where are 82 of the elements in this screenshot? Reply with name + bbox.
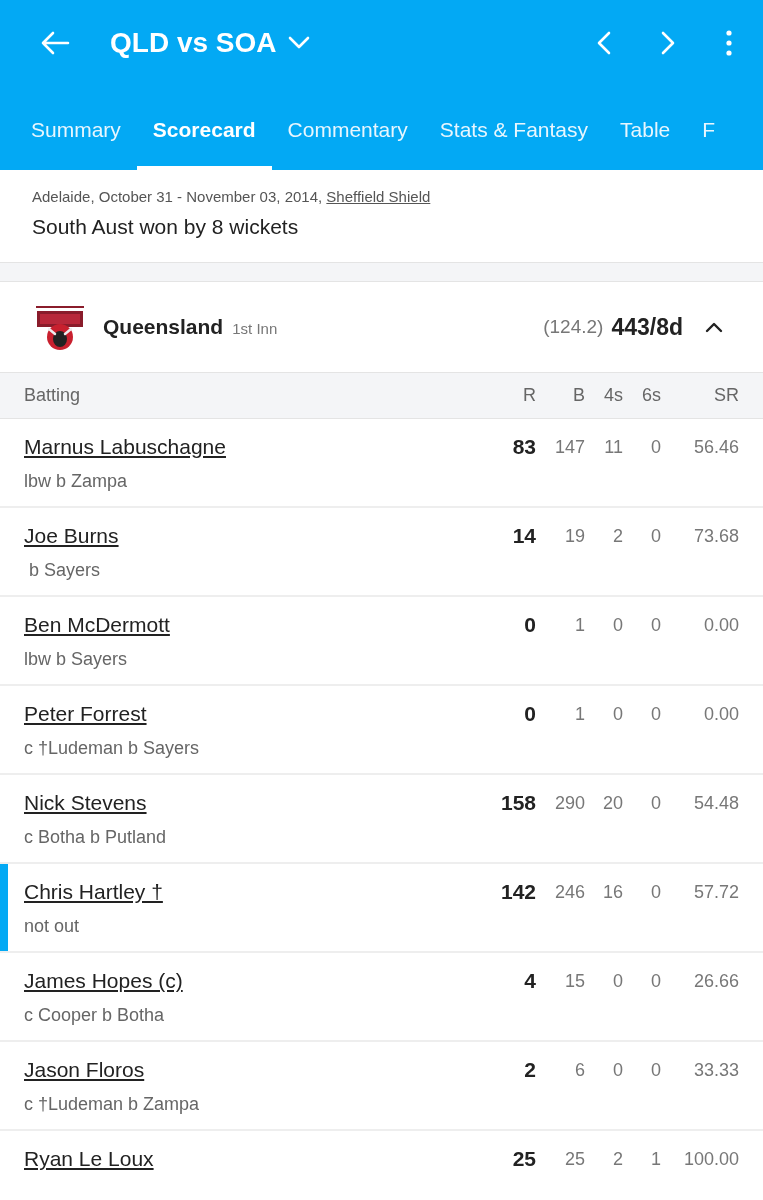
batter-name[interactable]: Jason Floros xyxy=(24,1058,496,1082)
team-score: 443/8d xyxy=(611,313,683,341)
batter-name[interactable]: Marnus Labuschagne xyxy=(24,435,496,459)
stat-cell-text: 56.46 xyxy=(692,436,739,458)
dismissal-text: lbw b Sayers xyxy=(24,649,129,670)
stat-cell-text: 33.33 xyxy=(692,1059,739,1081)
dismissal-text: c †Ludeman b Sayers xyxy=(24,738,201,759)
stat-cell-text: 54.48 xyxy=(692,792,739,814)
batter-name[interactable]: Joe Burns xyxy=(24,524,496,548)
chevron-up-icon[interactable] xyxy=(705,321,723,333)
series-link[interactable]: Sheffield Shield xyxy=(326,188,431,205)
stat-cell-text: 25 xyxy=(511,1147,536,1171)
dismissal-text: b Sayers xyxy=(28,560,102,581)
stat-cell-text: 26.66 xyxy=(692,970,739,992)
batter-name[interactable]: Chris Hartley † xyxy=(24,880,496,904)
column-header: 4s xyxy=(603,385,623,406)
column-header: Batting xyxy=(24,385,82,406)
stat-cell-text: 0 xyxy=(650,436,661,458)
stat-cell-text: 290 xyxy=(553,792,585,814)
stat-cell-text: 0 xyxy=(612,1059,623,1081)
stat-cell-text: 19 xyxy=(563,525,585,547)
match-details: Adelaide, October 31 - November 03, 2014, Sheffield Shield xyxy=(32,188,432,205)
overs-count: (124.2) xyxy=(543,316,604,338)
stat-cell-text: 147 xyxy=(553,436,585,458)
stat-cell-text: 0 xyxy=(612,970,623,992)
stat-cell-text: 0 xyxy=(650,881,661,903)
match-result: South Aust won by 8 wickets xyxy=(32,215,300,239)
column-header: B xyxy=(572,385,585,406)
stat-cell-text: 15 xyxy=(563,970,585,992)
dismissal-text: c †Ludeman b Zampa xyxy=(24,1094,201,1115)
batter-name[interactable]: Ryan Le Loux xyxy=(24,1147,496,1171)
stat-cell-text: 0 xyxy=(650,703,661,725)
stat-cell-text: 1 xyxy=(650,1148,661,1170)
stat-cell-text: 0 xyxy=(612,614,623,636)
stat-cell-text: 0 xyxy=(612,703,623,725)
chevron-left-icon[interactable] xyxy=(597,31,611,55)
stat-cell-text: 16 xyxy=(601,881,623,903)
batter-name[interactable]: James Hopes (c) xyxy=(24,969,496,993)
stat-cell-text: 0 xyxy=(650,792,661,814)
stat-cell-text: 0 xyxy=(650,970,661,992)
chevron-right-icon[interactable] xyxy=(661,31,675,55)
stat-cell-text: 57.72 xyxy=(692,881,739,903)
stat-cell-text: 6 xyxy=(574,1059,585,1081)
stat-cell-text: 100.00 xyxy=(682,1148,739,1170)
stat-cell-text: 0 xyxy=(523,613,536,637)
innings-label: 1st Inn xyxy=(232,320,278,337)
stat-cell-text: 83 xyxy=(511,435,536,459)
chevron-down-icon[interactable] xyxy=(288,36,311,50)
batter-name[interactable]: Nick Stevens xyxy=(24,791,496,815)
stat-cell-text: 246 xyxy=(553,881,585,903)
stat-cell-text: 25 xyxy=(563,1148,585,1170)
stat-cell-text: 0.00 xyxy=(702,703,739,725)
stat-cell-text: 1 xyxy=(574,614,585,636)
dismissal-text: c Botha b Putland xyxy=(24,827,168,848)
stat-cell-text: 158 xyxy=(499,791,536,815)
more-menu-icon[interactable] xyxy=(725,30,733,56)
stat-cell-text: 14 xyxy=(511,524,536,548)
stat-cell-text: 142 xyxy=(499,880,536,904)
column-header: SR xyxy=(713,385,739,406)
stat-cell-text: 4 xyxy=(523,969,536,993)
stat-cell-text: 0 xyxy=(650,614,661,636)
stat-cell-text: 0 xyxy=(523,702,536,726)
stat-cell-text: 0 xyxy=(650,525,661,547)
dismissal-text: c Cooper b Botha xyxy=(24,1005,166,1026)
dismissal-text: lbw b Zampa xyxy=(24,471,129,492)
stat-cell-text: 73.68 xyxy=(692,525,739,547)
stat-cell-text: 0.00 xyxy=(702,614,739,636)
batter-name[interactable]: Ben McDermott xyxy=(24,613,496,637)
dismissal-text: not out xyxy=(24,916,81,937)
team-name: Queensland xyxy=(103,315,224,339)
stat-cell-text: 11 xyxy=(603,436,623,458)
stat-cell-text: 0 xyxy=(650,1059,661,1081)
stat-cell-text: 20 xyxy=(601,792,623,814)
stat-cell-text: 2 xyxy=(612,525,623,547)
back-arrow-icon[interactable] xyxy=(40,31,70,55)
batter-name[interactable]: Peter Forrest xyxy=(24,702,496,726)
stat-cell-text: 2 xyxy=(523,1058,536,1082)
column-header: R xyxy=(522,385,536,406)
column-header: 6s xyxy=(641,385,661,406)
stat-cell-text: 2 xyxy=(612,1148,623,1170)
stat-cell-text: 1 xyxy=(574,703,585,725)
innings-header[interactable]: Queensland 1st Inn (124.2) 443/8d xyxy=(0,282,763,372)
